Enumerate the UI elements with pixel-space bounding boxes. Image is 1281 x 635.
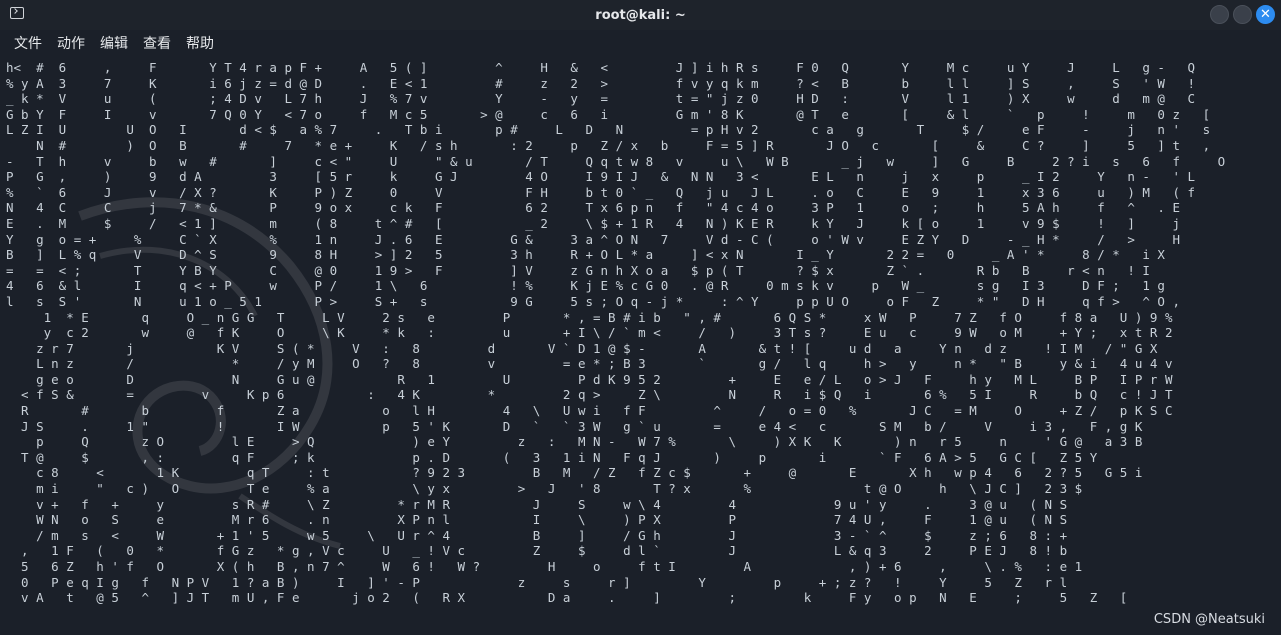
- terminal-line: v A t @ 5 ^ ] J T m U , F e j o 2 ( R X …: [21, 590, 1128, 606]
- terminal-line: l s S ' N u 1 o _ 5 1 P > S + s 9 G 5 s …: [6, 293, 1180, 309]
- terminal-line: h< # 6 , F Y T 4 r a p F + A 5 ( ] ^ H &…: [6, 60, 1196, 75]
- terminal-line: g e o D N G u @ R 1 U P d K 9 5 2 + E e …: [36, 371, 1173, 387]
- minimize-button[interactable]: [1210, 5, 1229, 24]
- menu-edit[interactable]: 编辑: [100, 33, 128, 53]
- terminal-line: N # ) O B # 7 * e + K / s h : 2 p Z / x …: [36, 137, 1211, 153]
- terminal-line: N 4 C C j 7 * & P 9 o x c k F 6 2 T x 6 …: [6, 200, 1180, 216]
- terminal-line: < f S & = v K p 6 : 4 K * 2 q > Z \ N R …: [21, 387, 1173, 403]
- terminal-line: v + f + y s R # \ Z * r M R J S w \ 4 4 …: [36, 496, 1068, 512]
- close-button[interactable]: ✕: [1256, 5, 1275, 24]
- terminal-line: / m s < W + 1 ' 5 w 5 \ U r ^ 4 B ] / G …: [36, 527, 1068, 543]
- terminal-line: p Q z O l E > Q ) e Y z : M N - W 7 % \ …: [36, 434, 1143, 450]
- terminal-line: L Z I U U O I d < $ a % 7 . T b i p # L …: [6, 122, 1211, 138]
- terminal-area[interactable]: h< # 6 , F Y T 4 r a p F + A 5 ( ] ^ H &…: [0, 56, 1281, 635]
- terminal-line: B ] L % q V D ^ S 9 8 H > ] 2 5 3 h R + …: [6, 247, 1165, 263]
- matrix-rain-output: h< # 6 , F Y T 4 r a p F + A 5 ( ] ^ H &…: [6, 60, 1225, 606]
- terminal-line: L n z / * / y M O ? 8 v = e * ; B 3 ` g …: [36, 356, 1173, 372]
- terminal-line: Y g o = + % C ` X % 1 n J . 6 E G & 3 a …: [6, 231, 1180, 247]
- terminal-line: G b Y F I v 7 Q 0 Y < 7 o f M c 5 > @ c …: [6, 106, 1211, 122]
- terminal-line: = = < ; T Y B Y C @ 0 1 9 > F ] V z G n …: [6, 262, 1150, 278]
- menu-bar: 文件 动作 编辑 查看 帮助: [0, 30, 1281, 56]
- terminal-line: T @ $ , : q F ; k p . D ( 3 1 i N F q J …: [21, 449, 1098, 465]
- watermark: CSDN @Neatsuki: [1153, 612, 1265, 627]
- window-title: root@kali: ~: [595, 7, 686, 23]
- terminal-line: W N o S e M r 6 . n X P n l I \ ) P X P …: [36, 512, 1068, 528]
- terminal-line: 5 6 Z h ' f O X ( h B , n 7 ^ W 6 ! W ? …: [21, 559, 1083, 574]
- terminal-line: c 8 < 1 K q T : t ? 9 2 3 B M / Z f Z c …: [36, 465, 1143, 481]
- menu-help[interactable]: 帮助: [186, 33, 214, 53]
- terminal-app-icon[interactable]: [10, 7, 24, 19]
- terminal-line: z r 7 j K V S ( * V : 8 d V ` D 1 @ $ - …: [36, 340, 1158, 356]
- terminal-line: 4 6 & l I q < + P w P / 1 \ 6 ! % K j E …: [6, 278, 1165, 294]
- menu-view[interactable]: 查看: [143, 33, 171, 53]
- terminal-line: E . M $ / < 1 ] m ( 8 t ^ # [ _ 2 \ $ + …: [6, 215, 1180, 231]
- terminal-line: - T h v b w # ] c < " U " & u / T Q q t …: [6, 153, 1226, 169]
- title-bar: root@kali: ~ ✕: [0, 0, 1281, 31]
- terminal-line: _ k * V u ( ; 4 D v L 7 h J % 7 v Y - y …: [6, 91, 1196, 107]
- menu-actions[interactable]: 动作: [57, 33, 85, 53]
- terminal-line: m i " c ) O T e % a \ y x > J ' 8 T ? x …: [36, 481, 1083, 497]
- terminal-line: , 1 F ( 0 * f G z * g , V c U _ ! V c Z …: [21, 543, 1068, 559]
- terminal-line: y c 2 w @ f K O \ K * k : u + I \ / ` m …: [43, 325, 1173, 341]
- terminal-line: % ` 6 J v / X ? K P ) Z 0 V F H b t 0 ` …: [6, 184, 1196, 200]
- terminal-line: P G , ) 9 d A 3 [ 5 r k G J 4 O I 9 I J …: [6, 169, 1196, 185]
- maximize-button[interactable]: [1233, 5, 1252, 24]
- terminal-line: J S . 1 " ! I W p 5 ' K D ` ` 3 W g ` u …: [21, 418, 1143, 434]
- menu-file[interactable]: 文件: [14, 33, 42, 53]
- window-controls: ✕: [1210, 5, 1275, 24]
- terminal-line: 0 P e q I g f N P V 1 ? a B ) I ] ' - P …: [21, 574, 1068, 590]
- terminal-line: 1 * E q O _ n G G T L V 2 s e P * , = B …: [43, 309, 1173, 325]
- terminal-line: R # b f Z a o l H 4 \ U w i f F ^ / o = …: [21, 403, 1173, 419]
- terminal-line: % y A 3 7 K i 6 j z = d @ D . E < 1 # z …: [6, 75, 1196, 91]
